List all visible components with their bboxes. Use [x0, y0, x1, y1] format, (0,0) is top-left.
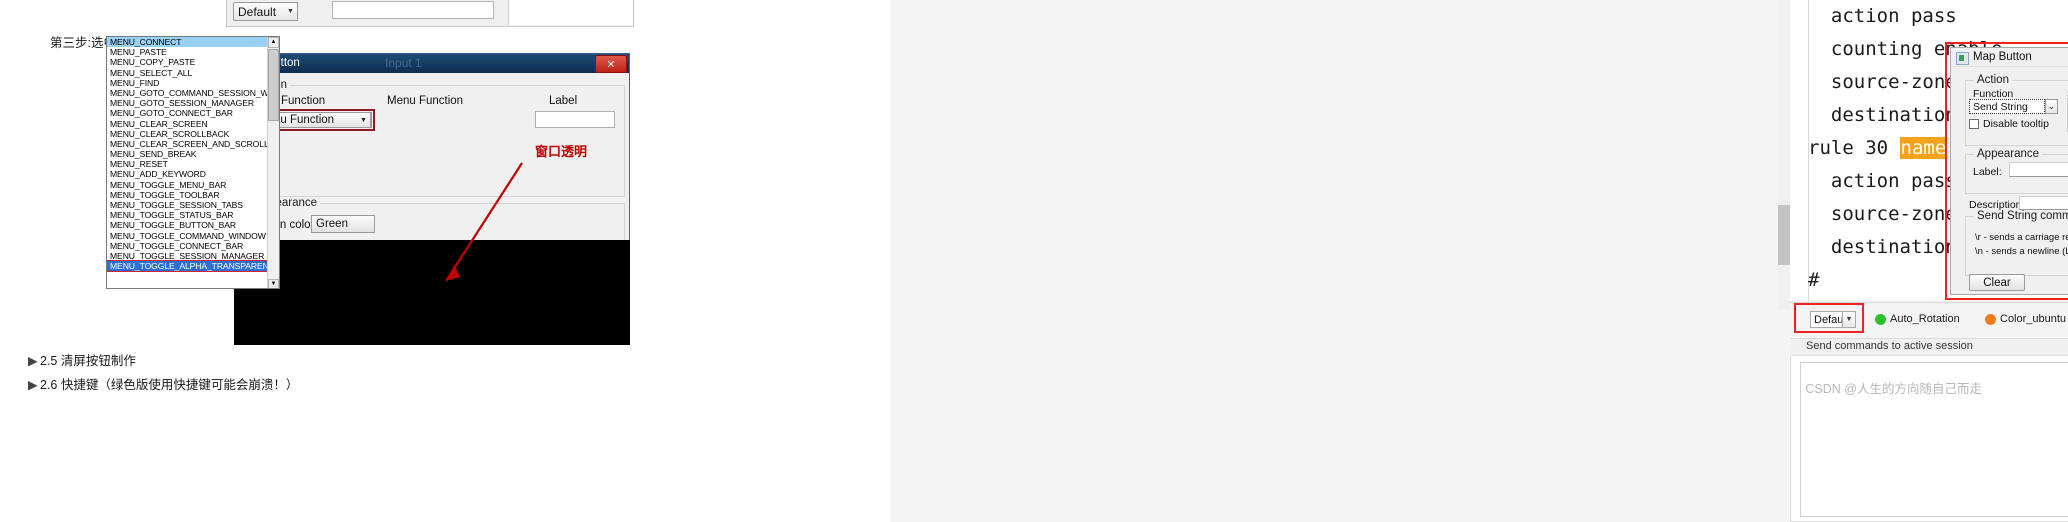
toc-item-1[interactable]: ▶ 2.5 清屏按钮制作 — [28, 350, 136, 369]
highlighted-token: name — [1899, 137, 1948, 159]
chevron-down-icon[interactable]: ▼ — [284, 2, 298, 21]
dropdown-item[interactable]: MENU_TOGGLE_ALPHA_TRANSPARENCY — [107, 260, 279, 273]
dropdown-item[interactable]: MENU_TOGGLE_MENU_BAR — [107, 180, 279, 190]
code-line: action pass — [1808, 5, 1957, 27]
color-dot-icon — [1985, 313, 1996, 325]
color-dot-icon — [1875, 313, 1886, 325]
dropdown-item[interactable]: MENU_GOTO_COMMAND_SESSION_WIND — [107, 88, 279, 98]
scroll-down-icon[interactable]: ▼ — [268, 279, 279, 288]
dialog2-label-input[interactable] — [2009, 162, 2068, 177]
toc-item-2[interactable]: ▶ 2.6 快捷键（绿色版使用快捷键可能会崩溃！） — [28, 374, 298, 393]
dialog2-titlebar[interactable]: Map Button ✕ — [1951, 48, 2068, 67]
close-icon[interactable]: ✕ — [595, 55, 627, 73]
terminal-gutter — [1790, 0, 1809, 300]
label-input[interactable] — [535, 111, 615, 128]
dialog2-appearance-legend: Appearance — [1974, 148, 2043, 160]
status-bar-text: Send commands to active session — [1806, 340, 1973, 352]
scrollbar-thumb[interactable] — [268, 49, 279, 121]
dialog2-function-combo[interactable]: Send String — [1969, 99, 2045, 114]
disable-tooltip-label: Disable tooltip — [1983, 118, 2049, 130]
button-color-combo[interactable]: Green — [311, 215, 375, 233]
terminal-right-pane: action pass counting enable source-zone … — [890, 0, 2068, 522]
dropdown-item[interactable]: MENU_CLEAR_SCREEN_AND_SCROLLBACK — [107, 139, 279, 149]
dropdown-item[interactable]: MENU_TOGGLE_BUTTON_BAR — [107, 220, 279, 230]
dropdown-item[interactable]: MENU_TOGGLE_SESSION_TABS — [107, 200, 279, 210]
dropdown-item[interactable]: MENU_SELECT_ALL — [107, 68, 279, 78]
terminal-black-area — [234, 240, 630, 345]
chevron-down-icon[interactable]: ⌄ — [2045, 99, 2058, 114]
dropdown-item[interactable]: MENU_SEND_BREAK — [107, 149, 279, 159]
dropdown-item[interactable]: MENU_COPY_PASTE — [107, 57, 279, 67]
menu-function-dropdown[interactable]: MENU_CONNECT MENU_PASTE MENU_COPY_PASTE MEN… — [106, 36, 280, 289]
top-text-field[interactable] — [332, 1, 494, 19]
triangle-icon: ▶ — [28, 354, 38, 368]
dropdown-item[interactable]: MENU_CLEAR_SCREEN — [107, 119, 279, 129]
terminal-scrollbar-thumb[interactable] — [1778, 205, 1790, 265]
dropdown-item[interactable]: MENU_PASTE — [107, 47, 279, 57]
watermark-text: CSDN @人生的方向随自己而走 — [1805, 382, 1982, 396]
dialog1-ghost-title: Input 1 — [385, 56, 422, 70]
menu-function-dropdown-items: MENU_CONNECT MENU_PASTE MENU_COPY_PASTE MEN… — [107, 37, 279, 273]
dialog1-titlebar[interactable]: Map Button Input 1 ✕ — [235, 54, 629, 73]
disable-tooltip-checkbox[interactable] — [1969, 119, 1979, 129]
clear-button[interactable]: Clear — [1969, 274, 2025, 291]
toolbar-button-label: Auto_Rotation — [1890, 313, 1960, 325]
dropdown-item[interactable]: MENU_RESET — [107, 159, 279, 169]
dropdown-item[interactable]: MENU_TOGGLE_SESSION_MANAGER — [107, 251, 279, 261]
dropdown-scrollbar[interactable]: ▲ ▼ — [267, 37, 279, 288]
dropdown-item[interactable]: MENU_FIND — [107, 78, 279, 88]
chevron-down-icon[interactable]: ▼ — [357, 112, 371, 128]
toc-item-2-label: 2.6 快捷键（绿色版使用快捷键可能会崩溃！） — [40, 378, 299, 392]
triangle-icon: ▶ — [28, 378, 38, 392]
label-annotation-text: 窗口透明 — [535, 144, 588, 159]
send-string-commands-legend: Send String commands — [1974, 210, 2068, 222]
help-line-4: \n - sends a newline (LF) — [1975, 246, 2068, 257]
chevron-down-icon[interactable]: ▼ — [1842, 311, 1856, 328]
scroll-up-icon[interactable]: ▲ — [268, 37, 279, 48]
dropdown-item[interactable]: MENU_CONNECT — [107, 37, 279, 48]
map-button-dialog-right: Map Button ✕ Action Function Send String… — [1950, 47, 2068, 295]
dropdown-item[interactable]: MENU_TOGGLE_CONNECT_BAR — [107, 241, 279, 251]
toolbar-button-label: Color_ubuntu — [2000, 313, 2067, 325]
top-right-panel — [508, 0, 633, 25]
dropdown-item[interactable]: MENU_CLEAR_SCROLLBACK — [107, 129, 279, 139]
dropdown-item[interactable]: MENU_ADD_KEYWORD — [107, 169, 279, 179]
dropdown-item[interactable]: MENU_TOGGLE_COMMAND_WINDOW — [107, 231, 279, 241]
dialog2-title-text: Map Button — [1973, 51, 2032, 63]
help-line-1: \r - sends a carriage return (CR) — [1975, 232, 2068, 243]
dropdown-item[interactable]: MENU_TOGGLE_STATUS_BAR — [107, 210, 279, 220]
toc-item-1-label: 2.5 清屏按钮制作 — [40, 354, 136, 368]
dropdown-item[interactable]: MENU_GOTO_SESSION_MANAGER — [107, 98, 279, 108]
toolbar-button-color_ubuntu[interactable]: Color_ubuntu — [1985, 313, 2066, 325]
dialog2-label-label: Label: — [1973, 166, 2002, 178]
toolbar-button-auto_rotation[interactable]: Auto_Rotation — [1875, 313, 1960, 325]
dropdown-item[interactable]: MENU_TOGGLE_TOOLBAR — [107, 190, 279, 200]
dialog2-action-legend: Action — [1974, 74, 2012, 86]
label-function: Function — [281, 95, 326, 107]
description-input[interactable] — [2019, 196, 2068, 210]
dropdown-item[interactable]: MENU_GOTO_CONNECT_BAR — [107, 108, 279, 118]
app-icon — [1956, 52, 1969, 65]
label-menu-function: Menu Function — [387, 95, 464, 107]
label-label: Label — [549, 95, 578, 107]
tutorial-left-pane: 第三步:选中窗口透明 Default ▼ Map Button Input 1 … — [0, 0, 890, 522]
